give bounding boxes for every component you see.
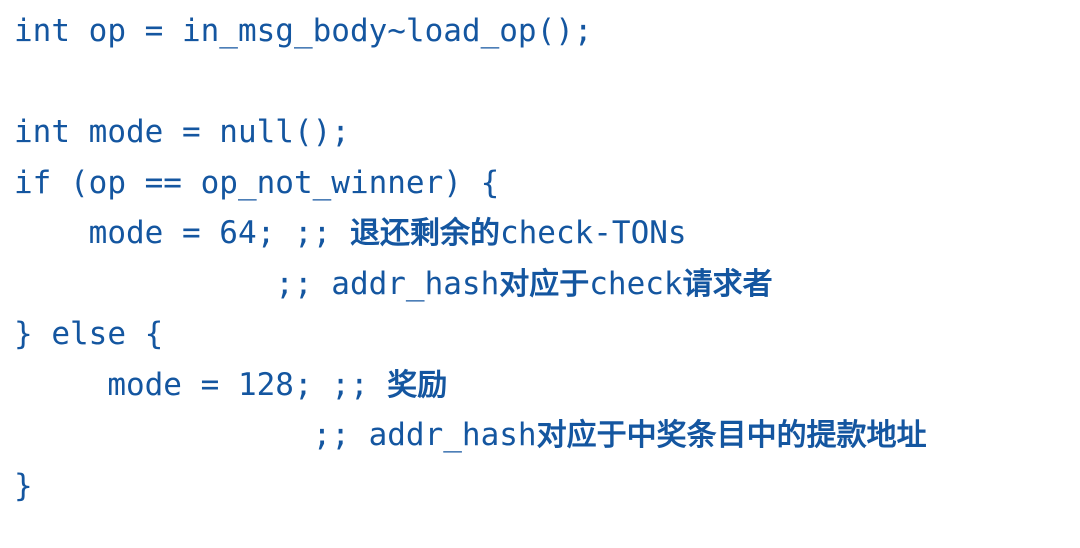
code-line: } — [14, 467, 33, 504]
code-line: mode = 128; ;; 奖励 — [14, 366, 448, 403]
code-line: ;; addr_hash对应于check请求者 — [14, 265, 773, 302]
code-line: } else { — [14, 316, 164, 352]
cjk-run: 对应于 — [499, 266, 590, 302]
code-block: int op = in_msg_body~load_op(); int mode… — [14, 6, 1074, 511]
screenshot-canvas: int op = in_msg_body~load_op(); int mode… — [0, 0, 1080, 548]
code-line: int mode = null(); — [14, 114, 350, 150]
cjk-run: 退还剩余的 — [349, 216, 500, 251]
cjk-run: 奖励 — [387, 367, 448, 403]
code-line: int op = in_msg_body~load_op(); — [14, 13, 593, 49]
code-line: if (op == op_not_winner) { — [14, 164, 500, 201]
cjk-run: 请求者 — [682, 266, 773, 302]
code-line: mode = 64; ;; 退还剩余的check-TONs — [14, 215, 687, 251]
code-line: ;; addr_hash对应于中奖条目中的提款地址 — [14, 417, 927, 453]
cjk-run: 对应于中奖条目中的提款地址 — [536, 418, 927, 453]
